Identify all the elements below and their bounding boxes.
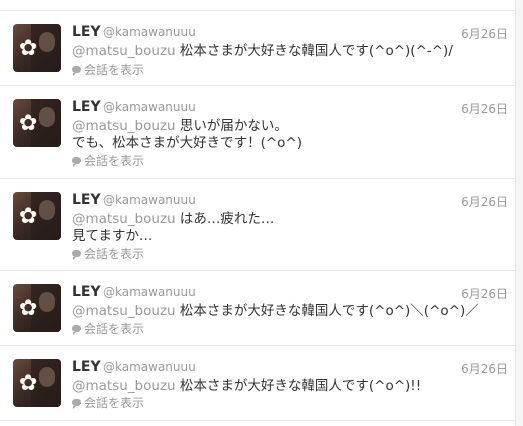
flower-icon: ✿ bbox=[19, 296, 38, 321]
author-name[interactable]: LEY bbox=[72, 359, 101, 375]
tweet-date[interactable]: 6月26日 bbox=[461, 285, 508, 302]
view-conversation-link[interactable]: 会話を表示 bbox=[72, 152, 144, 169]
tweet-date[interactable]: 6月26日 bbox=[461, 100, 508, 117]
author-name[interactable]: LEY bbox=[72, 24, 101, 40]
avatar-face bbox=[39, 107, 55, 127]
avatar[interactable]: ✿ bbox=[13, 192, 61, 240]
tweet[interactable]: ✿ LEY @kamawanuuu 6月26日 @matsu_bouzu 松本さ… bbox=[0, 11, 515, 86]
tweet[interactable]: ✿ LEY @kamawanuuu 6月26日 @matsu_bouzu 思いが… bbox=[0, 86, 515, 179]
author-handle[interactable]: @kamawanuuu bbox=[103, 25, 196, 39]
mention-link[interactable]: @matsu_bouzu bbox=[72, 378, 176, 394]
tweet-text-line1: はあ…疲れた… bbox=[175, 211, 275, 227]
author-handle[interactable]: @kamawanuuu bbox=[103, 193, 196, 207]
avatar[interactable]: ✿ bbox=[13, 359, 61, 407]
tweet-text: @matsu_bouzu 松本さまが大好きな韓国人です(^o^)＼(^o^)／ bbox=[72, 303, 512, 320]
avatar-face bbox=[39, 32, 55, 52]
view-conversation-label: 会話を表示 bbox=[84, 247, 145, 261]
author-handle[interactable]: @kamawanuuu bbox=[103, 100, 196, 114]
view-conversation-label: 会話を表示 bbox=[84, 396, 145, 410]
view-conversation-label: 会話を表示 bbox=[84, 63, 145, 77]
tweet-text-line1: 思いが届かない。 bbox=[175, 118, 288, 134]
tweet-text-line2: 見てますか… bbox=[72, 228, 153, 244]
speech-bubble-icon bbox=[72, 157, 81, 167]
avatar-face bbox=[39, 292, 55, 312]
view-conversation-label: 会話を表示 bbox=[84, 322, 145, 336]
tweet[interactable]: ✿ LEY @kamawanuuu 6月26日 @matsu_bouzu 松本さ… bbox=[0, 271, 515, 346]
tweet-text: @matsu_bouzu 松本さまが大好きな韓国人です(^o^)(^-^)/ bbox=[72, 43, 512, 60]
author-handle[interactable]: @kamawanuuu bbox=[103, 285, 196, 299]
flower-icon: ✿ bbox=[19, 111, 38, 136]
speech-bubble-icon bbox=[72, 325, 81, 335]
tweet-date[interactable]: 6月26日 bbox=[461, 360, 508, 377]
author-name[interactable]: LEY bbox=[72, 99, 101, 115]
tweet[interactable]: ✿ LEY @kamawanuuu 6月26日 @matsu_bouzu 松本さ… bbox=[0, 346, 515, 421]
tweet-text-line1: 松本さまが大好きな韓国人です(^o^)!! bbox=[175, 378, 422, 394]
speech-bubble-icon bbox=[72, 250, 81, 260]
tweet[interactable]: ✿ LEY @kamawanuuu 6月26日 @matsu_bouzu はあ…… bbox=[0, 179, 515, 271]
tweet-date[interactable]: 6月26日 bbox=[461, 25, 508, 42]
flower-icon: ✿ bbox=[19, 371, 38, 396]
tweet-text: @matsu_bouzu 思いが届かない。 でも、松本さまが大好きです！(^o^… bbox=[72, 118, 512, 152]
flower-icon: ✿ bbox=[19, 204, 38, 229]
timeline: ✿ LEY @kamawanuuu 6月26日 @matsu_bouzu 松本さ… bbox=[0, 0, 523, 426]
avatar-face bbox=[39, 200, 55, 220]
author-name[interactable]: LEY bbox=[72, 192, 101, 208]
tweet-date[interactable]: 6月26日 bbox=[461, 193, 508, 210]
view-conversation-link[interactable]: 会話を表示 bbox=[72, 320, 144, 337]
tweet-text: @matsu_bouzu 松本さまが大好きな韓国人です(^o^)!! bbox=[72, 378, 512, 395]
mention-link[interactable]: @matsu_bouzu bbox=[72, 303, 176, 319]
view-conversation-link[interactable]: 会話を表示 bbox=[72, 394, 144, 411]
tweet-text-line1: 松本さまが大好きな韓国人です(^o^)＼(^o^)／ bbox=[175, 303, 479, 319]
author-name[interactable]: LEY bbox=[72, 284, 101, 300]
avatar[interactable]: ✿ bbox=[13, 24, 61, 72]
view-conversation-label: 会話を表示 bbox=[84, 154, 145, 168]
avatar[interactable]: ✿ bbox=[13, 284, 61, 332]
tweet-text-line2: でも、松本さまが大好きです！(^o^) bbox=[72, 135, 303, 151]
mention-link[interactable]: @matsu_bouzu bbox=[72, 43, 176, 59]
page-gutter bbox=[516, 0, 523, 426]
view-conversation-link[interactable]: 会話を表示 bbox=[72, 245, 144, 262]
flower-icon: ✿ bbox=[19, 36, 38, 61]
mention-link[interactable]: @matsu_bouzu bbox=[72, 211, 176, 227]
speech-bubble-icon bbox=[72, 399, 81, 409]
speech-bubble-icon bbox=[72, 66, 81, 76]
mention-link[interactable]: @matsu_bouzu bbox=[72, 118, 176, 134]
avatar-face bbox=[39, 367, 55, 387]
tweet-text: @matsu_bouzu はあ…疲れた… 見てますか… bbox=[72, 211, 512, 245]
avatar[interactable]: ✿ bbox=[13, 99, 61, 147]
author-handle[interactable]: @kamawanuuu bbox=[103, 360, 196, 374]
view-conversation-link[interactable]: 会話を表示 bbox=[72, 61, 144, 78]
tweet-text-line1: 松本さまが大好きな韓国人です(^o^)(^-^)/ bbox=[175, 43, 453, 59]
